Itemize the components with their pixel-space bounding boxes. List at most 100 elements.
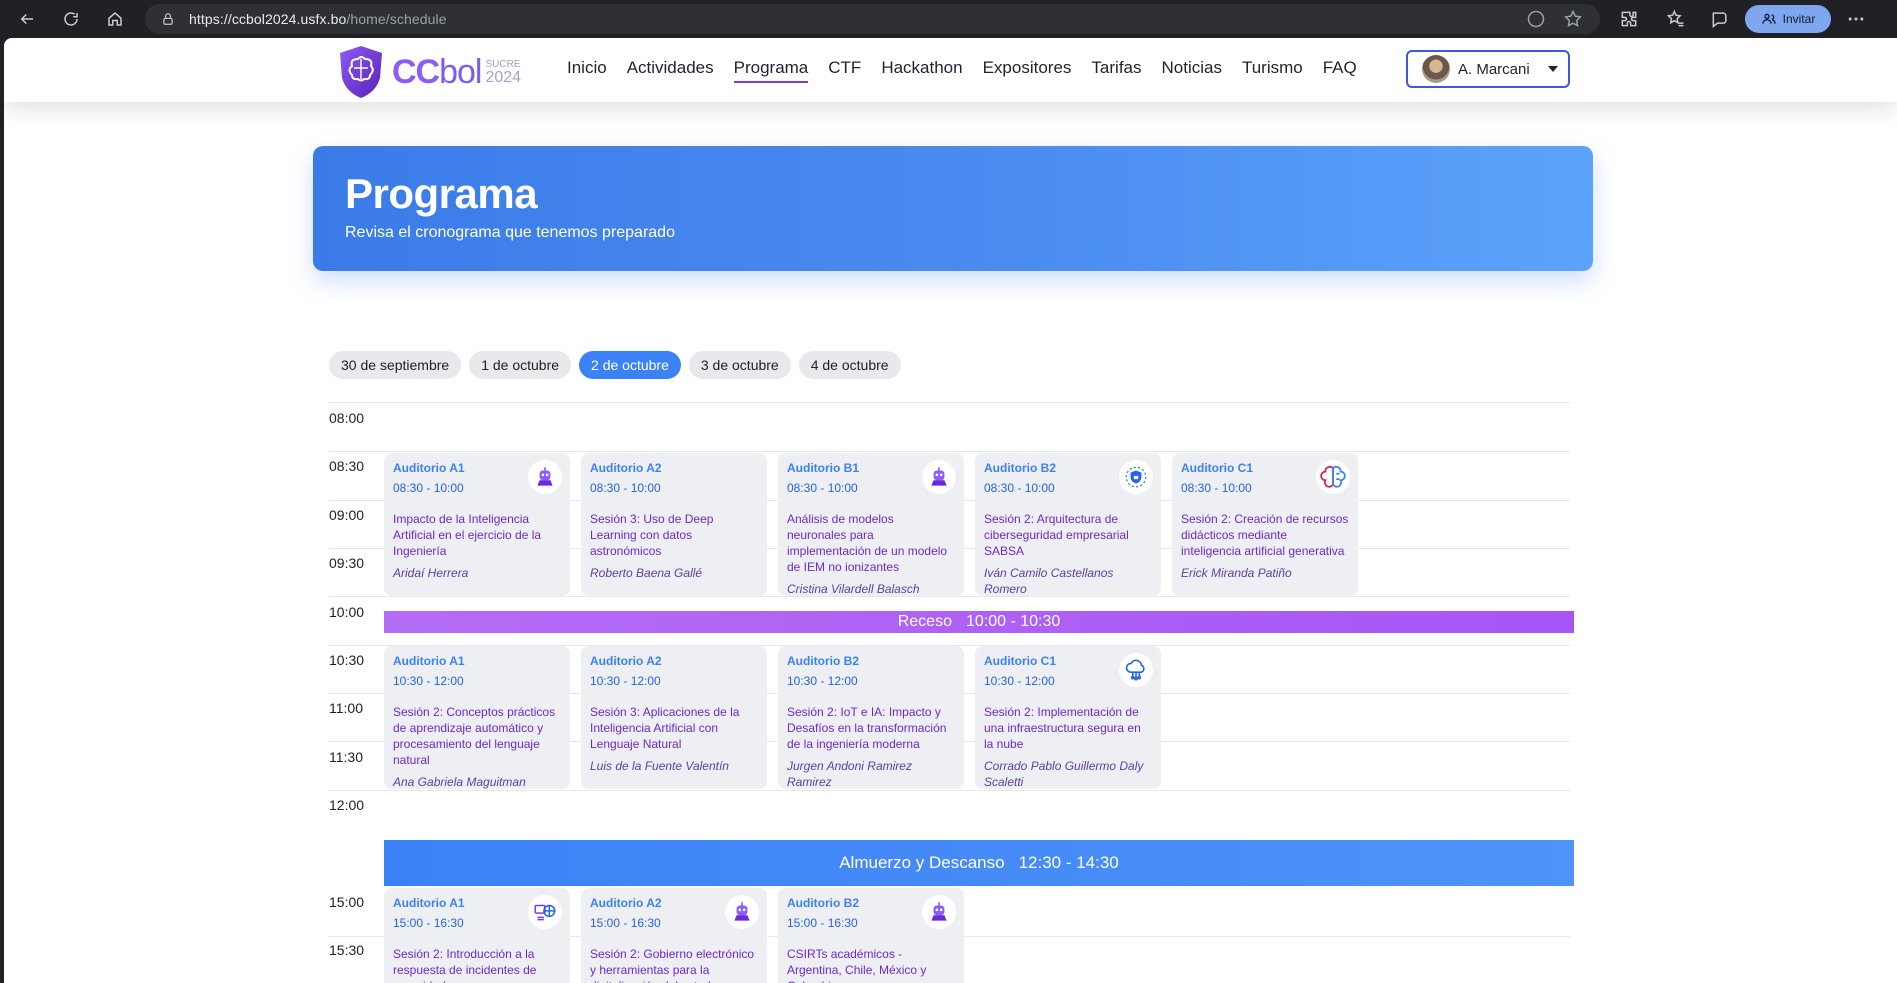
nav-actividades[interactable]: Actividades: [627, 58, 714, 83]
session-card[interactable]: Auditorio C1 10:30 - 12:00 Sesión 2: Imp…: [975, 646, 1161, 789]
session-time: 10:30 - 12:00: [393, 674, 464, 688]
time-label: 09:00: [329, 507, 365, 523]
nav-noticias[interactable]: Noticias: [1162, 58, 1222, 83]
lunch-label: Almuerzo y Descanso: [839, 853, 1005, 872]
time-label: 10:30: [329, 652, 365, 668]
session-time: 10:30 - 12:00: [590, 674, 661, 688]
time-label: 08:30: [329, 458, 365, 474]
session-card[interactable]: Auditorio B1 08:30 - 10:00 Análisis de m…: [778, 453, 964, 596]
shield-lock-icon: [1119, 460, 1153, 494]
session-room: Auditorio A2: [590, 654, 662, 668]
session-speaker: Roberto Baena Gallé: [590, 566, 703, 580]
favorite-star-icon[interactable]: [1563, 9, 1583, 29]
browser-toolbar: https://ccbol2024.usfx.bo/home/schedule …: [0, 0, 1897, 38]
grid-line: [329, 790, 1570, 791]
nav-faq[interactable]: FAQ: [1323, 58, 1357, 83]
session-card[interactable]: Auditorio A2 08:30 - 10:00 Sesión 3: Uso…: [581, 453, 767, 596]
nav-programa[interactable]: Programa: [733, 58, 809, 83]
session-title: Sesión 2: Introducción a la respuesta de…: [393, 947, 537, 983]
session-speaker: Corrado Pablo Guillermo Daly Scaletti: [984, 759, 1144, 789]
recess-label: Receso: [897, 613, 952, 630]
main-menu: Inicio Actividades Programa CTF Hackatho…: [567, 58, 1357, 83]
nav-expositores[interactable]: Expositores: [983, 58, 1072, 83]
home-icon[interactable]: [102, 7, 128, 31]
page-viewport: CCbol SUCRE 2024 Inicio Actividades Prog…: [4, 38, 1897, 983]
session-title: Impacto de la Inteligencia Artificial en…: [393, 512, 542, 558]
url-text: https://ccbol2024.usfx.bo/home/schedule: [189, 11, 447, 27]
session-title: Sesión 3: Uso de Deep Learning con datos…: [590, 512, 714, 558]
session-time: 08:30 - 10:00: [590, 481, 661, 495]
session-title: Sesión 3: Aplicaciones de la Inteligenci…: [590, 705, 740, 751]
grid-line: [329, 402, 1570, 403]
time-label: 08:00: [329, 410, 365, 426]
invite-button[interactable]: Invitar: [1745, 5, 1831, 33]
session-speaker: Ana Gabriela Maguitman: [393, 775, 526, 789]
session-room: Auditorio A1: [393, 654, 465, 668]
brand-edition: SUCRE 2024: [485, 58, 522, 86]
session-title: Sesión 2: IoT e IA: Impacto y Desafíos e…: [787, 705, 947, 751]
nav-inicio[interactable]: Inicio: [567, 58, 607, 83]
reload-icon[interactable]: [58, 7, 84, 31]
session-card[interactable]: Auditorio B2 15:00 - 16:30 CSIRTs académ…: [778, 888, 964, 983]
lunch-band: Almuerzo y Descanso 12:30 - 14:30: [384, 840, 1574, 886]
nav-turismo[interactable]: Turismo: [1242, 58, 1303, 83]
back-icon[interactable]: [14, 7, 40, 31]
favorites-icon[interactable]: [1666, 9, 1686, 29]
site-navbar: CCbol SUCRE 2024 Inicio Actividades Prog…: [4, 38, 1897, 102]
session-title: Sesión 2: Conceptos prácticos de aprendi…: [393, 705, 556, 767]
recess-band: Receso 10:00 - 10:30: [384, 611, 1574, 633]
session-speaker: Luis de la Fuente Valentín: [590, 759, 729, 773]
brain-circuit-icon: [1316, 460, 1350, 494]
robot-icon: [528, 460, 562, 494]
nav-hackathon[interactable]: Hackathon: [881, 58, 962, 83]
people-icon: [1761, 13, 1776, 24]
session-time: 10:30 - 12:00: [787, 674, 858, 688]
time-label: 10:00: [329, 604, 365, 620]
address-bar[interactable]: https://ccbol2024.usfx.bo/home/schedule: [145, 4, 1600, 34]
grid-line: [329, 596, 1570, 597]
time-label: 11:00: [329, 700, 363, 716]
session-title: Análisis de modelos neuronales para impl…: [787, 512, 948, 574]
time-label: 15:00: [329, 894, 365, 910]
session-card[interactable]: Auditorio B2 08:30 - 10:00 Sesión 2: Arq…: [975, 453, 1161, 596]
network-globe-icon: [528, 895, 562, 929]
session-card[interactable]: Auditorio B2 10:30 - 12:00 Sesión 2: IoT…: [778, 646, 964, 789]
nav-ctf[interactable]: CTF: [828, 58, 861, 83]
extensions-icon[interactable]: [1619, 9, 1639, 29]
user-name: A. Marcani: [1458, 60, 1530, 78]
reading-mode-icon[interactable]: [1526, 9, 1546, 29]
session-card[interactable]: Auditorio A2 15:00 - 16:30 Sesión 2: Gob…: [581, 888, 767, 983]
more-menu-icon[interactable]: [1846, 9, 1866, 29]
robot-icon: [922, 460, 956, 494]
brain-shield-logo-icon: [340, 46, 382, 98]
recess-time: 10:00 - 10:30: [965, 613, 1061, 630]
robot-icon: [922, 895, 956, 929]
avatar: [1422, 55, 1450, 83]
session-speaker: Erick Miranda Patiño: [1181, 566, 1292, 580]
caret-down-icon: [1547, 66, 1558, 72]
session-card[interactable]: Auditorio C1 08:30 - 10:00 Sesión 2: Cre…: [1172, 453, 1358, 596]
session-card[interactable]: Auditorio A2 10:30 - 12:00 Sesión 3: Apl…: [581, 646, 767, 789]
user-menu-button[interactable]: A. Marcani: [1406, 50, 1570, 88]
time-label: 12:00: [329, 797, 365, 813]
time-label: 15:30: [329, 942, 365, 958]
session-title: Sesión 2: Gobierno electrónico y herrami…: [590, 947, 755, 983]
session-speaker: Aridaí Herrera: [393, 566, 469, 580]
session-card[interactable]: Auditorio A1 08:30 - 10:00 Impacto de la…: [384, 453, 570, 596]
grid-line: [329, 451, 1570, 452]
collections-icon[interactable]: [1710, 9, 1730, 29]
nav-tarifas[interactable]: Tarifas: [1091, 58, 1141, 83]
session-title: Sesión 2: Arquitectura de ciberseguridad…: [984, 512, 1129, 558]
invite-label: Invitar: [1782, 12, 1816, 26]
time-label: 09:30: [329, 555, 365, 571]
session-speaker: Jurgen Andoni Ramirez Ramirez: [787, 759, 912, 789]
schedule-grid: 08:00 08:30 09:00 09:30 10:00 10:30 11:0…: [4, 38, 1897, 983]
site-logo[interactable]: CCbol SUCRE 2024: [336, 44, 521, 100]
session-title: Sesión 2: Creación de recursos didáctico…: [1181, 512, 1349, 558]
brand-name: CCbol: [392, 52, 482, 91]
session-card[interactable]: Auditorio A1 10:30 - 12:00 Sesión 2: Con…: [384, 646, 570, 789]
lock-icon: [163, 13, 173, 25]
robot-icon: [725, 895, 759, 929]
session-card[interactable]: Auditorio A1 15:00 - 16:30 Sesión 2: Int…: [384, 888, 570, 983]
session-title: CSIRTs académicos - Argentina, Chile, Mé…: [787, 947, 927, 983]
